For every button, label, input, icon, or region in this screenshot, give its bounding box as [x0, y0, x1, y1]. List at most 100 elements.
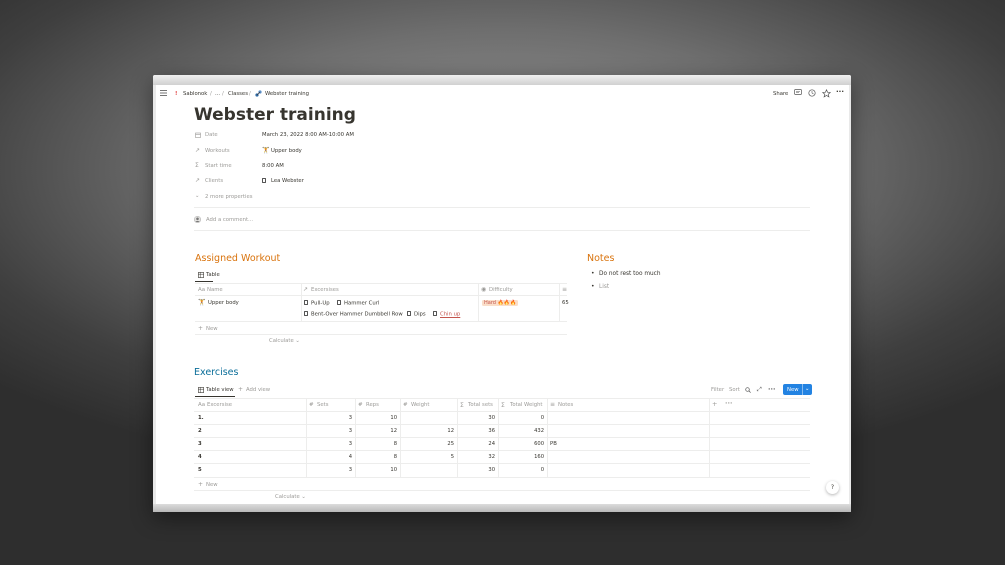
text-property-icon: Aa: [198, 287, 206, 293]
assigned-workout-heading[interactable]: Assigned Workout: [195, 253, 280, 264]
cell-total-weight: 432: [534, 428, 544, 434]
column-header-exercise[interactable]: Excersise: [207, 402, 232, 408]
difficulty-tag[interactable]: Hard 🔥🔥🔥: [482, 300, 519, 306]
training-page-icon: [255, 90, 262, 97]
workspace-icon: !: [175, 91, 178, 97]
cell-reps[interactable]: 10: [355, 467, 397, 473]
divider: [194, 398, 810, 399]
document-icon: [262, 178, 269, 185]
column-divider: [559, 283, 560, 321]
cell-reps[interactable]: 10: [355, 415, 397, 421]
list-placeholder[interactable]: List: [599, 284, 609, 290]
cell-exercise[interactable]: 5: [198, 467, 202, 473]
more-options-icon[interactable]: ···: [836, 88, 844, 96]
column-header-name[interactable]: Name: [207, 287, 223, 293]
chevron-down-icon[interactable]: ⌄: [805, 386, 809, 392]
breadcrumb-separator: /: [222, 91, 224, 97]
property-label-date: Date: [205, 132, 218, 138]
property-value-start-time[interactable]: 8:00 AM: [262, 163, 284, 169]
cell-reps[interactable]: 12: [355, 428, 397, 434]
cell-sets[interactable]: 3: [306, 428, 352, 434]
hamburger-menu-icon[interactable]: [160, 90, 167, 96]
column-header-sets[interactable]: Sets: [317, 402, 328, 408]
cell-sets[interactable]: 3: [306, 467, 352, 473]
formula-sigma-icon: Σ: [460, 402, 464, 409]
document-icon: [304, 311, 308, 316]
column-header-difficulty[interactable]: Difficulty: [489, 287, 513, 293]
property-value-date[interactable]: March 23, 2022 8:00 AM-10:00 AM: [262, 132, 354, 138]
share-button[interactable]: Share: [773, 91, 788, 97]
cell-exercise[interactable]: 2: [198, 428, 202, 434]
table-icon: [198, 387, 204, 393]
row-name-upper-body[interactable]: Upper body: [208, 300, 239, 306]
property-value-workouts[interactable]: Upper body: [271, 148, 302, 154]
more-options-icon[interactable]: ···: [725, 399, 732, 407]
column-header-total-weight[interactable]: Total Weight: [510, 402, 543, 408]
page-title[interactable]: Webster training: [194, 105, 356, 125]
breadcrumb-separator: /: [210, 91, 212, 97]
cell-sets[interactable]: 3: [306, 441, 352, 447]
relation-chip[interactable]: Chin up: [433, 311, 460, 318]
monitor-bezel-bottom: [153, 504, 851, 512]
cell-exercise[interactable]: 4: [198, 454, 202, 460]
cell-weight[interactable]: 25: [400, 441, 454, 447]
more-properties-toggle[interactable]: 2 more properties: [205, 194, 253, 200]
list-property-icon: ≡: [562, 286, 568, 293]
exercises-heading[interactable]: Exercises: [194, 367, 238, 378]
cell-weight[interactable]: 5: [400, 454, 454, 460]
cell-reps[interactable]: 8: [355, 454, 397, 460]
cell-notes[interactable]: PB: [550, 441, 557, 447]
active-tab-underline: [195, 396, 235, 397]
text-property-icon: Aa: [198, 402, 206, 408]
cell-sets[interactable]: 3: [306, 415, 352, 421]
column-header-reps[interactable]: Reps: [366, 402, 379, 408]
add-row-button[interactable]: New: [206, 326, 218, 332]
comment-input[interactable]: Add a comment...: [206, 217, 253, 223]
relation-chip[interactable]: Dips: [407, 311, 426, 318]
relation-chip[interactable]: Pull-Up: [304, 300, 330, 307]
relation-chip[interactable]: Hammer Curl: [337, 300, 379, 307]
sort-button[interactable]: Sort: [729, 387, 740, 393]
new-record-button[interactable]: New ⌄: [783, 384, 812, 395]
add-view-button[interactable]: Add view: [246, 387, 270, 393]
cell-reps[interactable]: 8: [355, 441, 397, 447]
help-button[interactable]: ?: [826, 481, 839, 494]
property-value-clients[interactable]: Lea Webster: [271, 178, 304, 184]
filter-button[interactable]: Filter: [711, 387, 724, 393]
calculate-button[interactable]: Calculate ⌄: [275, 494, 306, 500]
add-column-plus-icon[interactable]: +: [712, 400, 717, 408]
favorite-star-icon[interactable]: [822, 88, 831, 98]
search-icon[interactable]: [745, 387, 751, 393]
document-icon: [407, 311, 411, 316]
property-label-start-time: Start time: [205, 163, 232, 169]
history-clock-icon[interactable]: [808, 89, 816, 97]
breadcrumb-section[interactable]: Classes: [228, 91, 248, 97]
expand-icon[interactable]: ⤢: [757, 386, 762, 394]
add-row-button[interactable]: New: [206, 482, 218, 488]
column-header-exercises[interactable]: Excersises: [311, 287, 339, 293]
relation-chip[interactable]: Bent-Over Hammer Dumbbell Row: [304, 311, 403, 318]
more-options-icon[interactable]: ···: [768, 385, 775, 393]
cell-sets[interactable]: 4: [306, 454, 352, 460]
notion-window: ! Sablonok / ... / Classes / Webster tra…: [156, 85, 849, 504]
workout-icon: 🏋: [262, 147, 270, 154]
divider: [194, 230, 810, 231]
tab-table-view[interactable]: Table view: [206, 387, 234, 393]
cell-exercise[interactable]: 1.: [198, 415, 204, 421]
cell-weight[interactable]: 12: [400, 428, 454, 434]
notes-heading[interactable]: Notes: [587, 253, 614, 264]
column-header-total-sets[interactable]: Total sets: [468, 402, 493, 408]
bullet: •: [591, 270, 595, 277]
breadcrumb-separator: /: [249, 91, 251, 97]
column-header-weight[interactable]: Weight: [411, 402, 429, 408]
cell-exercise[interactable]: 3: [198, 441, 202, 447]
breadcrumb-workspace[interactable]: Sablonok: [183, 91, 207, 97]
breadcrumb-ellipsis[interactable]: ...: [215, 91, 220, 97]
note-item[interactable]: Do not rest too much: [599, 271, 661, 277]
column-header-notes[interactable]: Notes: [558, 402, 573, 408]
breadcrumb-page[interactable]: Webster training: [265, 91, 309, 97]
tab-table[interactable]: Table: [206, 272, 220, 278]
monitor-bezel-top: [153, 75, 851, 85]
comment-icon[interactable]: [794, 89, 802, 96]
calculate-button[interactable]: Calculate ⌄: [269, 338, 300, 344]
